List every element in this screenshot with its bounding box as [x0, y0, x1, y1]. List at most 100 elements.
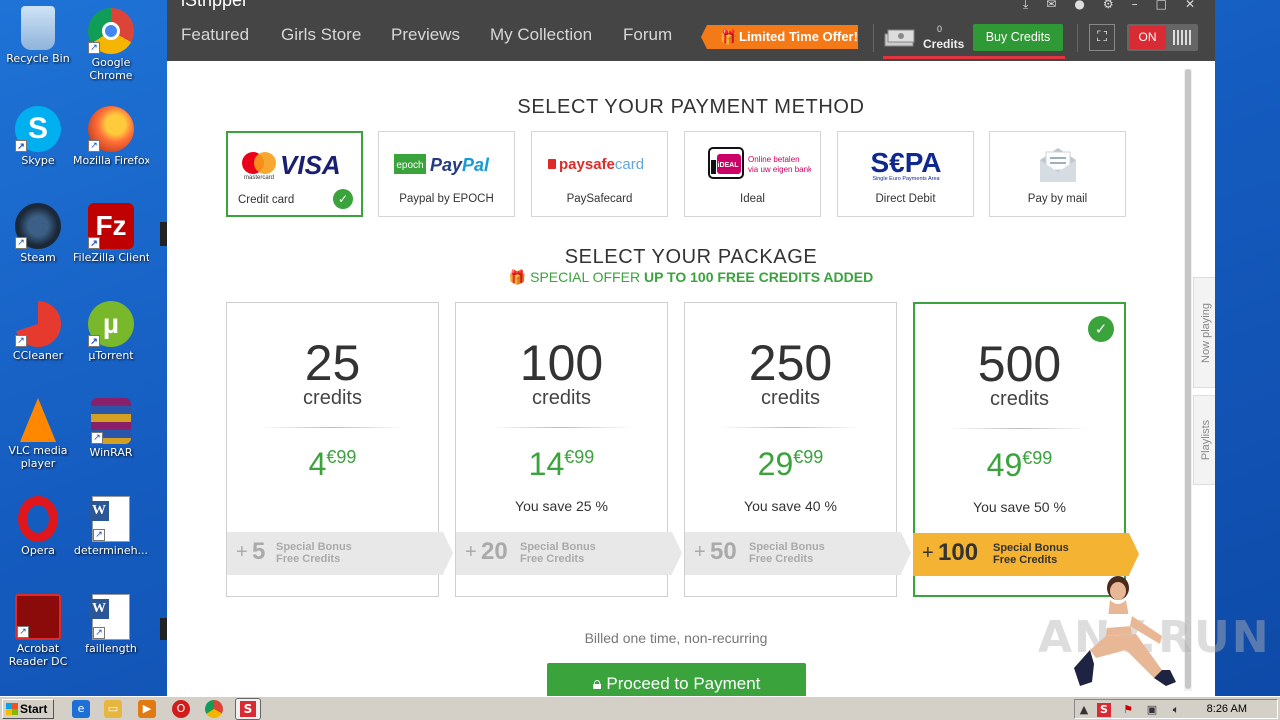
windows-logo-icon	[6, 703, 18, 715]
bonus-label: Special Bonus Free Credits	[276, 541, 352, 565]
start-button[interactable]: Start	[2, 699, 54, 719]
price-integer: 49	[986, 447, 1023, 483]
desktop-icon-vlc[interactable]: VLC media player	[0, 398, 76, 470]
nav-featured[interactable]: Featured	[181, 25, 249, 45]
istripper-taskbar-button[interactable]: S	[235, 698, 261, 720]
price-decimal: €99	[326, 447, 357, 467]
nav-divider	[1077, 24, 1078, 52]
istripper-tray-icon[interactable]: S	[1097, 703, 1111, 717]
money-stack-icon	[884, 29, 915, 47]
package-card-selected[interactable]: ✓ 500 credits 49€99 You save 50 % + 100 …	[913, 302, 1139, 597]
media-player-icon[interactable]: ▶	[138, 700, 156, 718]
price-integer: 14	[528, 446, 565, 482]
package-amount: 25	[304, 335, 361, 391]
chrome-icon: ↗	[88, 8, 134, 54]
package-card[interactable]: 100 credits 14€99 You save 25 % + 20 Spe…	[455, 302, 682, 597]
now-playing-label: Now playing	[1200, 302, 1212, 363]
desktop-icon-winrar[interactable]: ↗ WinRAR	[73, 398, 149, 459]
desktop-icon-acrobat[interactable]: ↗ Acrobat Reader DC	[0, 594, 76, 668]
desktop-icon-utorrent[interactable]: µ ↗ µTorrent	[73, 301, 149, 362]
payment-method-ideal[interactable]: iDEAL Online betalen via uw eigen bank I…	[684, 131, 821, 217]
top-navigation-bar: iStripper ⤓ ✉ ● ⚙ – □ ✕ Featured Girls S…	[167, 0, 1215, 61]
desktop-icon-ccleaner[interactable]: ↗ CCleaner	[0, 301, 76, 362]
bonus-amount: 50	[710, 538, 737, 565]
bonus-line-1: Special Bonus	[276, 541, 352, 553]
proceed-to-payment-button[interactable]: 🔒︎ Proceed to Payment	[547, 663, 806, 696]
svg-text:mastercard: mastercard	[243, 175, 273, 181]
volume-tray-icon[interactable]: 🔈︎	[1169, 703, 1183, 717]
package-unit: credits	[761, 387, 820, 409]
payment-method-label: Direct Debit	[875, 193, 936, 205]
fullscreen-icon[interactable]: ⛶	[1089, 24, 1115, 51]
desktop-icon-skype[interactable]: S ↗ Skype	[0, 106, 76, 167]
divider	[719, 427, 862, 428]
nav-my-collection[interactable]: My Collection	[490, 25, 592, 45]
desktop-icon-opera[interactable]: Opera	[0, 496, 76, 557]
nav-previews[interactable]: Previews	[391, 25, 460, 45]
paypal-epoch-logo: epoch PayPal	[379, 146, 514, 182]
package-card[interactable]: 250 credits 29€99 You save 40 % + 50 Spe…	[684, 302, 911, 597]
shortcut-arrow-icon: ↗	[88, 237, 100, 249]
bonus-line-2: Free Credits	[520, 553, 585, 565]
proceed-label: Proceed to Payment	[606, 674, 761, 693]
skype-icon: S ↗	[15, 106, 61, 152]
shortcut-arrow-icon: ↗	[93, 627, 105, 639]
desktop-icon-filezilla[interactable]: Fz ↗ FileZilla Client	[73, 203, 149, 264]
bonus-ribbon: + 20 Special Bonus Free Credits	[456, 532, 682, 575]
nav-girls-store[interactable]: Girls Store	[281, 25, 361, 45]
message-icon[interactable]: ✉	[1046, 0, 1056, 12]
payment-method-sepa[interactable]: S€PA Single Euro Payments Area Direct De…	[837, 131, 974, 217]
shortcut-arrow-icon: ↗	[15, 237, 27, 249]
savings-text: You save 25 %	[515, 498, 608, 514]
desktop-icon-steam[interactable]: ↗ Steam	[0, 203, 76, 264]
package-amount: 100	[519, 335, 604, 391]
internet-explorer-icon[interactable]: e	[72, 700, 90, 718]
security-tray-icon[interactable]: ⚑	[1121, 703, 1135, 717]
settings-icon[interactable]: ⚙	[1103, 0, 1114, 12]
desktop-icon-google-chrome[interactable]: ↗ Google Chrome	[73, 8, 149, 82]
network-tray-icon[interactable]: ▣	[1145, 703, 1159, 717]
payment-method-pay-by-mail[interactable]: Pay by mail	[989, 131, 1126, 217]
window-controls: ⤓ ✉ ● ⚙ – □ ✕	[1023, 0, 1195, 12]
package-amount: 250	[748, 335, 833, 391]
limited-time-offer-label: Limited Time Offer!	[739, 29, 858, 44]
limited-time-offer-button[interactable]: 🎁 Limited Time Offer!	[701, 25, 858, 49]
svg-text:S€PA: S€PA	[870, 147, 941, 178]
folder-icon[interactable]: ▭	[104, 700, 122, 718]
divider	[261, 427, 404, 428]
maximize-icon[interactable]: □	[1156, 0, 1167, 12]
minimize-icon[interactable]: –	[1132, 0, 1138, 12]
nav-divider	[873, 24, 874, 52]
user-icon[interactable]: ●	[1074, 0, 1084, 12]
special-offer-prefix: SPECIAL OFFER	[530, 269, 641, 285]
envelope-icon	[990, 146, 1125, 182]
playlists-tab[interactable]: Playlists	[1193, 395, 1215, 485]
clock[interactable]: 8:26 AM	[1207, 703, 1247, 715]
now-playing-tab[interactable]: Now playing	[1193, 277, 1215, 388]
package-card[interactable]: 25 credits 4€99 + 5 Special Bonus Free Cr…	[226, 302, 453, 597]
opera-taskbar-icon[interactable]: O	[172, 700, 190, 718]
divider	[949, 428, 1090, 429]
shortcut-arrow-icon: ↗	[88, 335, 100, 347]
on-off-toggle[interactable]: ON	[1127, 24, 1198, 51]
payment-method-paypal[interactable]: epoch PayPal Paypal by EPOCH	[378, 131, 515, 217]
tray-expand-icon[interactable]: ▲	[1077, 703, 1091, 717]
close-icon[interactable]: ✕	[1185, 0, 1195, 12]
special-offer-highlight: UP TO 100 FREE CREDITS ADDED	[643, 269, 874, 285]
package-price: 29€99	[685, 446, 896, 483]
buy-credits-button[interactable]: Buy Credits	[973, 24, 1063, 51]
desktop-icon-document-1[interactable]: W ↗ determineh...	[73, 496, 149, 557]
download-icon[interactable]: ⤓	[1023, 0, 1028, 12]
payment-method-paysafecard[interactable]: paysafecard PaySafecard	[531, 131, 668, 217]
desktop-icon-mozilla-firefox[interactable]: ↗ Mozilla Firefox	[73, 106, 149, 167]
price-decimal: €99	[1022, 448, 1053, 468]
package-unit: credits	[303, 387, 362, 409]
desktop-icon-document-2[interactable]: W ↗ faillength	[73, 594, 149, 655]
svg-text:paysafecard: paysafecard	[559, 156, 644, 173]
special-offer-line: 🎁 SPECIAL OFFER UP TO 100 FREE CREDITS A…	[167, 269, 1215, 286]
savings-text: You save 40 %	[744, 498, 837, 514]
payment-method-credit-card[interactable]: mastercard VISA Credit card ✓	[226, 131, 363, 217]
desktop-icon-recycle-bin[interactable]: Recycle Bin	[0, 6, 76, 65]
nav-forum[interactable]: Forum	[623, 25, 672, 45]
chrome-taskbar-icon[interactable]	[205, 700, 223, 718]
